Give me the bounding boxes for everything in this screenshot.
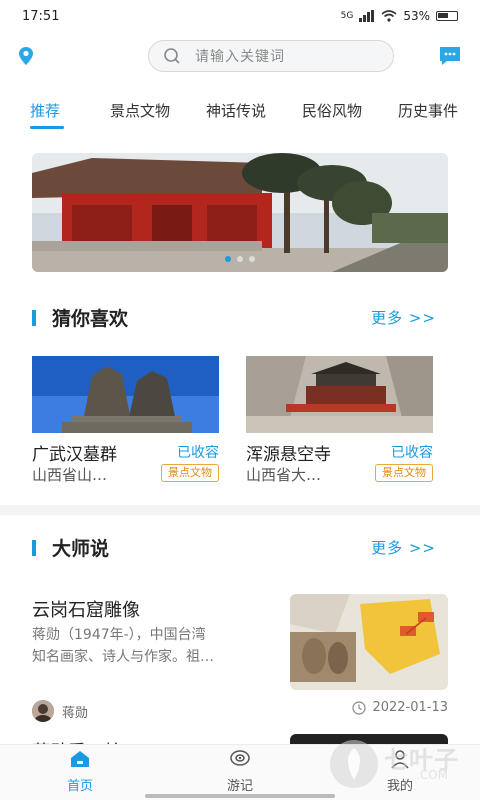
nav-travel-notes[interactable]: 游记	[210, 749, 270, 794]
section-title: 大师说	[52, 538, 110, 560]
signal-icon	[359, 10, 375, 22]
clock-icon	[352, 700, 367, 715]
article-author: 蒋勋	[32, 700, 88, 722]
nav-label: 首页	[66, 779, 93, 794]
battery-percent: 53%	[403, 9, 430, 23]
article-image	[290, 594, 448, 690]
banner-carousel[interactable]	[32, 153, 448, 272]
carousel-dot[interactable]	[249, 256, 255, 262]
carousel-dots	[32, 256, 448, 262]
article-description: 蒋勋（1947年-），中国台湾 知名画家、诗人与作家。祖…	[32, 624, 260, 668]
search-placeholder: 请输入关键词	[195, 49, 285, 65]
category-tag: 景点文物	[375, 464, 433, 482]
more-link[interactable]: 更多 >>	[371, 307, 436, 328]
nav-label: 游记	[226, 779, 253, 794]
watermark: 七叶子 .COM	[326, 736, 476, 792]
saved-status: 已收容	[391, 445, 433, 461]
wifi-icon	[381, 10, 397, 22]
leaf-logo-icon	[330, 740, 378, 788]
banner-image	[32, 153, 448, 272]
place-name: 浑源悬空寺	[246, 445, 331, 465]
place-card[interactable]: 广武汉墓群 已收容 山西省山… 景点文物	[32, 356, 219, 486]
saved-status: 已收容	[177, 445, 219, 461]
category-tag: 景点文物	[161, 464, 219, 482]
location-icon[interactable]	[18, 46, 34, 66]
section-divider	[0, 505, 480, 515]
carousel-dot[interactable]	[237, 256, 243, 262]
active-tab-indicator	[30, 126, 64, 129]
place-name: 广武汉墓群	[32, 445, 117, 465]
category-tabs: 推荐 景点文物 神话传说 民俗风物 历史事件	[0, 92, 480, 132]
nav-home[interactable]: 首页	[50, 749, 110, 794]
status-icons: 5G 53%	[341, 9, 458, 23]
tab-folk-customs[interactable]: 民俗风物	[302, 100, 362, 121]
avatar	[32, 700, 54, 722]
network-label: 5G	[340, 11, 354, 21]
home-icon	[71, 751, 89, 767]
place-thumbnail	[246, 356, 433, 433]
article-title: 云岗石窟雕像	[32, 600, 140, 621]
date-text: 2022-01-13	[372, 700, 448, 715]
search-bar[interactable]: 请输入关键词	[148, 40, 394, 72]
section-header-master: 大师说 更多 >>	[32, 532, 448, 562]
home-indicator[interactable]	[145, 794, 335, 798]
tab-myths-legends[interactable]: 神话传说	[206, 100, 266, 121]
carousel-dot[interactable]	[225, 256, 231, 262]
place-address: 山西省大…	[246, 466, 322, 484]
section-accent-bar	[32, 540, 36, 556]
place-address: 山西省山…	[32, 466, 108, 484]
tab-historical-events[interactable]: 历史事件	[398, 100, 458, 121]
tab-recommend[interactable]: 推荐	[30, 100, 60, 121]
top-bar: 请输入关键词	[0, 36, 480, 76]
more-link[interactable]: 更多 >>	[371, 537, 436, 558]
travel-notes-icon	[230, 750, 250, 766]
battery-icon	[436, 11, 458, 21]
article-date: 2022-01-13	[352, 700, 448, 715]
section-accent-bar	[32, 310, 36, 326]
section-title: 猜你喜欢	[52, 308, 129, 330]
search-icon	[164, 48, 180, 64]
place-thumbnail	[32, 356, 219, 433]
tab-scenic-relics[interactable]: 景点文物	[110, 100, 170, 121]
place-card[interactable]: 浑源悬空寺 已收容 山西省大… 景点文物	[246, 356, 433, 486]
message-icon[interactable]	[438, 45, 462, 67]
watermark-subtext: .COM	[416, 768, 448, 782]
author-name: 蒋勋	[62, 705, 89, 721]
article-description-line: 知名画家、诗人与作家。祖…	[32, 649, 214, 665]
status-bar: 17:51 5G 53%	[0, 0, 480, 32]
article-item[interactable]: 云岗石窟雕像 蒋勋（1947年-），中国台湾 知名画家、诗人与作家。祖… 蒋勋 …	[32, 592, 448, 722]
article-description-line: 蒋勋（1947年-），中国台湾	[32, 627, 206, 643]
section-header-guess: 猜你喜欢 更多 >>	[32, 302, 448, 332]
status-time: 17:51	[22, 8, 60, 24]
